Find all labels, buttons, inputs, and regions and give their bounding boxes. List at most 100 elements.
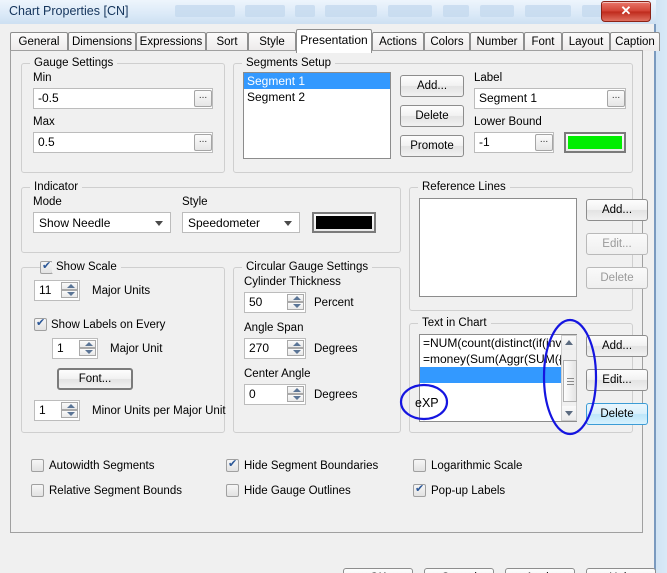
relative-segment-bounds-checkbox[interactable] xyxy=(31,484,44,497)
segment-label-input[interactable]: Segment 1 xyxy=(474,88,626,109)
scroll-up-icon[interactable] xyxy=(562,336,576,350)
segments-listbox[interactable]: Segment 1 Segment 2 xyxy=(243,72,391,159)
hide-segment-boundaries-checkbox[interactable] xyxy=(226,458,239,472)
spinner-up-icon[interactable] xyxy=(79,340,96,348)
min-ellipsis-button[interactable]: ... xyxy=(194,90,212,107)
center-angle-spin-buttons[interactable] xyxy=(287,386,304,403)
spinner-down-icon[interactable] xyxy=(287,394,304,402)
spinner-up-icon[interactable] xyxy=(61,282,78,290)
center-angle-stepper[interactable]: 0 xyxy=(244,384,306,405)
text-in-chart-delete-button[interactable]: Delete xyxy=(586,403,648,425)
tab-general[interactable]: General xyxy=(10,32,68,51)
tab-colors[interactable]: Colors xyxy=(424,32,470,51)
tab-dimensions[interactable]: Dimensions xyxy=(68,32,136,51)
tab-style[interactable]: Style xyxy=(248,32,296,51)
lower-bound-ellipsis-button[interactable]: ... xyxy=(535,134,553,151)
logarithmic-scale-checkbox[interactable] xyxy=(413,459,426,472)
tab-expressions[interactable]: Expressions xyxy=(136,32,206,51)
tab-caption[interactable]: Caption xyxy=(610,32,660,51)
max-input[interactable]: 0.5 xyxy=(33,132,213,153)
logarithmic-scale-label: Logarithmic Scale xyxy=(431,460,523,472)
segments-delete-button[interactable]: Delete xyxy=(400,105,464,127)
list-item[interactable] xyxy=(420,367,576,383)
scroll-down-icon[interactable] xyxy=(562,406,576,420)
cylinder-thickness-spin-buttons[interactable] xyxy=(287,294,304,311)
popup-labels-checkbox[interactable] xyxy=(413,483,426,497)
text-in-chart-edit-button[interactable]: Edit... xyxy=(586,369,648,391)
scrollbar-grip xyxy=(567,381,574,382)
ok-button[interactable]: OK xyxy=(343,568,413,573)
segments-promote-button[interactable]: Promote xyxy=(400,135,464,157)
major-units-label: Major Units xyxy=(92,285,151,297)
tab-sort[interactable]: Sort xyxy=(206,32,248,51)
text-in-chart-listbox[interactable]: =NUM(count(distinct(if(inv>8 =money(Sum(… xyxy=(419,334,577,422)
font-button[interactable]: Font... xyxy=(57,368,133,390)
indicator-color-swatch[interactable] xyxy=(312,212,376,233)
spinner-up-icon[interactable] xyxy=(287,386,304,394)
reference-lines-listbox[interactable] xyxy=(419,198,577,297)
text-in-chart-scrollbar[interactable] xyxy=(561,335,577,421)
list-item[interactable]: =money(Sum(Aggr(SUM({<ye xyxy=(420,351,576,367)
spinner-up-icon[interactable] xyxy=(61,402,78,410)
tab-presentation[interactable]: Presentation xyxy=(296,29,372,53)
tab-layout[interactable]: Layout xyxy=(562,32,610,51)
tab-actions[interactable]: Actions xyxy=(372,32,424,51)
major-unit-stepper[interactable]: 1 xyxy=(52,338,98,359)
text-in-chart-group: Text in Chart =NUM(count(distinct(if(inv… xyxy=(409,317,648,433)
min-input[interactable]: -0.5 xyxy=(33,88,213,109)
minor-units-stepper[interactable]: 1 xyxy=(34,400,80,421)
spinner-up-icon[interactable] xyxy=(287,294,304,302)
major-unit-label: Major Unit xyxy=(110,343,163,355)
spinner-down-icon[interactable] xyxy=(287,302,304,310)
major-units-value: 11 xyxy=(39,283,52,297)
cylinder-thickness-unit: Percent xyxy=(314,297,354,309)
ghost-block-8 xyxy=(525,5,571,17)
hide-segment-boundaries-label: Hide Segment Boundaries xyxy=(244,460,379,472)
spinner-up-icon[interactable] xyxy=(287,340,304,348)
show-scale-group: Show Scale 11 Major Units Show Labels on… xyxy=(21,260,226,433)
show-labels-every-checkbox[interactable] xyxy=(34,317,47,331)
list-item[interactable]: Segment 1 xyxy=(244,73,390,89)
segment-color-swatch[interactable] xyxy=(564,132,626,153)
cylinder-thickness-stepper[interactable]: 50 xyxy=(244,292,306,313)
segments-add-button[interactable]: Add... xyxy=(400,75,464,97)
show-labels-every-label: Show Labels on Every xyxy=(51,319,166,331)
indicator-mode-select[interactable]: Show Needle xyxy=(33,212,171,233)
scrollbar-thumb[interactable] xyxy=(563,360,577,402)
reference-lines-title: Reference Lines xyxy=(418,181,510,193)
reference-lines-add-button[interactable]: Add... xyxy=(586,199,648,221)
list-item[interactable]: =NUM(count(distinct(if(inv>8 xyxy=(420,335,576,351)
major-units-spin-buttons[interactable] xyxy=(61,282,78,299)
tab-font[interactable]: Font xyxy=(524,32,562,51)
spinner-down-icon[interactable] xyxy=(287,348,304,356)
autowidth-segments-checkbox[interactable] xyxy=(31,459,44,472)
segments-setup-title: Segments Setup xyxy=(242,57,336,69)
cylinder-thickness-caption: Cylinder Thickness xyxy=(244,276,341,288)
angle-span-spin-buttons[interactable] xyxy=(287,340,304,357)
list-item[interactable]: Segment 2 xyxy=(244,89,390,105)
angle-span-stepper[interactable]: 270 xyxy=(244,338,306,359)
ghost-block-2 xyxy=(245,5,285,17)
indicator-mode-caption: Mode xyxy=(33,196,62,208)
major-units-stepper[interactable]: 11 xyxy=(34,280,80,301)
apply-button[interactable]: Apply xyxy=(505,568,575,573)
spinner-down-icon[interactable] xyxy=(79,348,96,356)
hide-gauge-outlines-checkbox[interactable] xyxy=(226,484,239,497)
minor-units-value: 1 xyxy=(39,403,46,417)
spinner-down-icon[interactable] xyxy=(61,290,78,298)
tab-number[interactable]: Number xyxy=(470,32,524,51)
ghost-block-4 xyxy=(325,5,377,17)
text-in-chart-add-button[interactable]: Add... xyxy=(586,335,648,357)
ghost-block-3 xyxy=(295,5,315,17)
help-button[interactable]: Help xyxy=(586,568,656,573)
cancel-button[interactable]: Cancel xyxy=(424,568,494,573)
minor-units-spin-buttons[interactable] xyxy=(61,402,78,419)
spinner-down-icon[interactable] xyxy=(61,410,78,418)
hide-gauge-outlines-label: Hide Gauge Outlines xyxy=(244,485,351,497)
indicator-style-select[interactable]: Speedometer xyxy=(182,212,300,233)
lower-bound-caption: Lower Bound xyxy=(474,116,542,128)
major-unit-spin-buttons[interactable] xyxy=(79,340,96,357)
segment-label-ellipsis-button[interactable]: ... xyxy=(607,90,625,107)
max-ellipsis-button[interactable]: ... xyxy=(194,134,212,151)
close-button[interactable]: ✕ xyxy=(601,1,651,22)
